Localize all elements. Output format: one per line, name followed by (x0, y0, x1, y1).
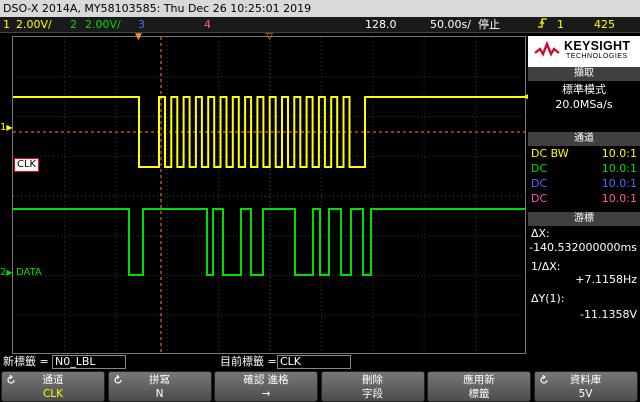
channel-coupling: DC (531, 162, 548, 175)
ch1-number[interactable]: 1 (3, 17, 10, 33)
softkey-label: 確認 進格 (243, 374, 289, 386)
rotate-knob-icon (539, 375, 548, 384)
ch2-label: DATA (16, 267, 42, 279)
softkey-6[interactable]: 資料庫 5V (533, 371, 638, 402)
title-bar: DSO-X 2014A, MY58103585: Thu Dec 26 10:2… (0, 0, 640, 17)
softkey-label: 通道 (42, 374, 64, 386)
softkey-5[interactable]: 應用新 標籤 (427, 371, 531, 402)
softkey-value: CLK (42, 388, 64, 400)
channel-probe-ratio: 10.0:1 (601, 147, 637, 160)
waveform-svg (13, 37, 525, 353)
rotate-knob-icon (113, 375, 122, 384)
inv-dx-label: 1/ΔX: (531, 260, 561, 273)
inv-dx-value: +7.1158Hz (575, 273, 637, 286)
current-label-value: CLK (280, 355, 302, 368)
logo-sub: TECHNOLOGIES (566, 53, 628, 60)
dy-label: ΔY(1): (531, 292, 565, 305)
sample-rate: 20.0MSa/s (555, 98, 613, 111)
dx-value: -140.532000000ms (529, 241, 637, 254)
softkey-label: 資料庫 (569, 374, 602, 386)
ch1-scale[interactable]: 2.00V/ (16, 17, 52, 33)
channel-coupling: DC (531, 177, 548, 190)
channel-coupling: DC (531, 192, 548, 205)
softkey-value: N (155, 388, 164, 400)
dx-label: ΔX: (531, 227, 550, 240)
current-label-field[interactable]: CLK (277, 355, 351, 369)
channel-coupling: DC BW (531, 147, 569, 160)
softkey-value: 字段 (362, 388, 383, 400)
ch1-marker[interactable]: 1▶ (0, 121, 13, 135)
softkey-label: 拼寫 (149, 374, 170, 386)
softkey-3[interactable]: 確認 進格 → (214, 371, 318, 402)
ch2-marker[interactable]: 2▶ (0, 266, 13, 280)
timebase-delay[interactable]: 128.0 (365, 17, 397, 33)
waveform-display[interactable] (12, 36, 526, 354)
softkey-label: 應用新 (463, 374, 495, 386)
dy-value: -11.1358V (580, 308, 637, 321)
new-label-value: N0_LBL (55, 355, 96, 368)
run-state[interactable]: 停止 (478, 17, 500, 33)
ch2-number[interactable]: 2 (70, 17, 77, 33)
time-scale-value: 50.00 (430, 18, 462, 31)
ch2-scale[interactable]: 2.00V/ (85, 17, 121, 33)
channel-probe-ratio: 10.0:1 (601, 162, 637, 175)
acquire-header: 擷取 (528, 67, 640, 81)
ch1-label-text: CLK (17, 159, 37, 170)
ch3-number[interactable]: 3 (138, 17, 145, 33)
softkey-2[interactable]: 拼寫 N (107, 371, 212, 402)
right-info-panel: KEYSIGHT TECHNOLOGIES 擷取 標準模式 20.0MSa/s … (528, 36, 640, 354)
channel-header: 通道 (528, 132, 640, 146)
new-label-field[interactable]: N0_LBL (52, 355, 126, 369)
logo-name: KEYSIGHT (564, 39, 631, 53)
acquire-mode: 標準模式 (562, 83, 606, 96)
softkey-4[interactable]: 刪除 字段 (320, 371, 425, 402)
channel-probe-ratio: 10.0:1 (601, 192, 637, 205)
softkey-label: 刪除 (362, 374, 383, 386)
instrument-title: DSO-X 2014A, MY58103585: Thu Dec 26 10:2… (3, 2, 312, 15)
ch4-number[interactable]: 4 (204, 17, 211, 33)
current-label-text: 目前標籤 = (220, 355, 277, 368)
trigger-source[interactable]: 1 (557, 17, 564, 33)
new-label-text: 新標籤 = (3, 355, 49, 368)
softkey-value: 標籤 (468, 388, 490, 400)
channel-probe-ratio: 10.0:1 (601, 177, 637, 190)
time-scale[interactable]: 50.00s/ (430, 17, 471, 33)
keysight-logo: KEYSIGHT TECHNOLOGIES (528, 36, 640, 67)
ch2-label-text: DATA (16, 267, 42, 278)
cursors-header: 游標 (528, 212, 640, 226)
rotate-knob-icon (7, 375, 15, 384)
trigger-time-marker[interactable]: ▽ (266, 32, 273, 42)
ch1-label-box: CLK (14, 158, 40, 172)
channel-status-bar: 1 2.00V/ 2 2.00V/ 3 4 128.0 50.00s/ 停止 1… (0, 17, 640, 33)
softkey-bar: 通道 CLK 拼寫 N 確認 進格 → 刪除 字段 應用新 標籤 資料庫 5V (0, 370, 640, 402)
trigger-level[interactable]: 425 (594, 17, 615, 33)
cursor-time-marker[interactable]: ▼ (135, 32, 142, 42)
keysight-mark-icon (534, 41, 560, 57)
softkey-value: → (261, 388, 271, 400)
softkey-1[interactable]: 通道 CLK (1, 371, 105, 402)
rising-edge-icon (538, 17, 548, 34)
graticule-grid (13, 37, 525, 353)
softkey-value: 5V (578, 388, 593, 400)
time-scale-unit: s/ (461, 18, 471, 31)
label-edit-row: 新標籤 = N0_LBL 目前標籤 = CLK (0, 354, 640, 370)
